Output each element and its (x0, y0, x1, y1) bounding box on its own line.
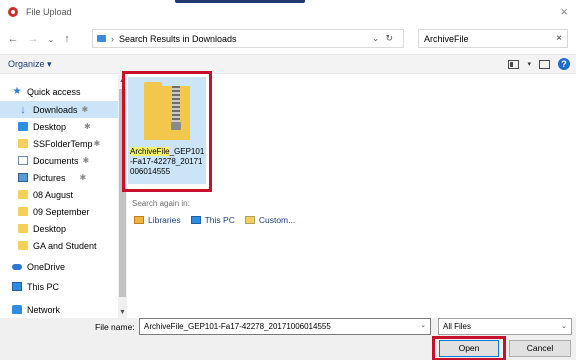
search-link-label: Custom... (258, 215, 296, 225)
close-icon[interactable]: × (560, 5, 568, 18)
help-icon[interactable]: ? (558, 58, 570, 70)
file-name-input[interactable]: ArchiveFile_GEP101-Fa17-42278_2017100601… (139, 318, 431, 335)
search-query: ArchiveFile (424, 33, 469, 44)
footer-bar: File name: ArchiveFile_GEP101-Fa17-42278… (0, 318, 576, 360)
title-bar: File Upload × (0, 0, 576, 24)
address-row: ← → ⌄ ↑ › Search Results in Downloads ⌄↻… (0, 28, 576, 50)
highlight-box (122, 71, 212, 192)
preview-pane-icon[interactable] (539, 59, 550, 69)
highlight-box (432, 336, 506, 360)
this-pc-icon (190, 216, 201, 224)
nav-item-this-pc[interactable]: This PC (0, 278, 118, 295)
up-arrow-icon[interactable]: ↑ (60, 33, 74, 45)
nav-item-onedrive[interactable]: OneDrive (0, 258, 118, 275)
search-again-label: Search again in: (132, 199, 190, 208)
file-type-value: All Files (443, 322, 472, 331)
pin-icon: ✱ (81, 105, 89, 114)
nav-item-label: Downloads (33, 104, 78, 115)
organize-button[interactable]: Organize ▾ (8, 59, 52, 70)
app-icon (8, 7, 18, 17)
documents-icon (18, 156, 28, 165)
recent-locations-chevron-icon[interactable]: ⌄ (44, 35, 58, 44)
search-link-label: Libraries (148, 215, 181, 225)
pin-icon: ✱ (79, 173, 87, 182)
nav-item-label: Documents (33, 155, 79, 166)
this-pc-icon (12, 282, 22, 291)
address-bar[interactable]: › Search Results in Downloads ⌄↻ (92, 29, 404, 48)
refresh-icon[interactable]: ↻ (385, 33, 399, 43)
chevron-down-icon[interactable]: ⌄ (420, 321, 426, 329)
nav-item-network[interactable]: Network (0, 301, 118, 318)
nav-item-label: Desktop (33, 223, 67, 234)
navigation-pane: ★ Quick access ↓ Downloads ✱ Desktop ✱ S… (0, 75, 118, 318)
nav-item-label: Network (27, 304, 61, 315)
cancel-button[interactable]: Cancel (509, 340, 571, 357)
nav-item-ga-and-student[interactable]: GA and Student (0, 237, 118, 254)
nav-item-downloads[interactable]: ↓ Downloads ✱ (0, 101, 118, 118)
nav-item-quick-access[interactable]: ★ Quick access (0, 83, 118, 100)
search-custom-link[interactable]: Custom... (244, 215, 296, 225)
onedrive-icon (12, 263, 22, 270)
nav-item-pictures[interactable]: Pictures ✱ (0, 169, 118, 186)
clear-search-icon[interactable]: × (556, 33, 562, 44)
search-libraries-link[interactable]: Libraries (134, 215, 181, 225)
scroll-down-icon[interactable]: ▼ (119, 309, 126, 316)
custom-icon (244, 216, 255, 224)
download-icon: ↓ (20, 103, 26, 116)
nav-item-label: OneDrive (27, 261, 66, 272)
network-icon (12, 305, 22, 314)
nav-item-label: 08 August (33, 189, 74, 200)
back-arrow-icon[interactable]: ← (6, 33, 20, 45)
file-name-value: ArchiveFile_GEP101-Fa17-42278_2017100601… (144, 322, 331, 331)
search-this-pc-link[interactable]: This PC (190, 215, 235, 225)
nav-item-desktop[interactable]: Desktop ✱ (0, 118, 118, 135)
breadcrumb-separator-icon: › (111, 33, 114, 44)
chevron-down-icon[interactable]: ⌄ (372, 33, 386, 43)
search-input[interactable]: ArchiveFile × (418, 29, 568, 48)
nav-item-label: GA and Student (33, 240, 97, 251)
folder-icon (18, 190, 28, 199)
nav-item-08-august[interactable]: 08 August (0, 186, 118, 203)
nav-item-desktop-folder[interactable]: Desktop (0, 220, 118, 237)
title-accent-bar (175, 0, 305, 3)
nav-item-09-september[interactable]: 09 September (0, 203, 118, 220)
nav-item-label: 09 September (33, 206, 90, 217)
nav-item-label: This PC (27, 281, 60, 292)
folder-icon (18, 207, 28, 216)
folder-icon (18, 139, 28, 148)
search-again-links: Libraries This PC Custom... (134, 215, 295, 225)
pin-icon: ✱ (82, 156, 90, 165)
search-link-label: This PC (204, 215, 235, 225)
view-options-chevron-icon[interactable]: ▾ (527, 60, 531, 68)
change-view-icon[interactable] (508, 59, 520, 69)
nav-item-label: Pictures (33, 172, 66, 183)
star-icon: ★ (12, 85, 22, 97)
nav-item-label: Desktop (33, 121, 67, 132)
libraries-icon (134, 216, 144, 224)
forward-arrow-icon[interactable]: → (26, 33, 40, 45)
file-name-label: File name: (95, 322, 135, 332)
pictures-icon (18, 173, 28, 182)
chevron-down-icon[interactable]: ⌄ (561, 322, 567, 330)
file-type-select[interactable]: All Files ⌄ (438, 318, 572, 335)
nav-item-documents[interactable]: Documents ✱ (0, 152, 118, 169)
nav-item-label: Quick access (27, 86, 81, 97)
window-title: File Upload (26, 7, 72, 17)
breadcrumb-item[interactable]: Search Results in Downloads (119, 34, 237, 44)
address-controls[interactable]: ⌄↻ (372, 33, 399, 44)
folder-icon (97, 35, 106, 42)
desktop-icon (18, 122, 28, 131)
folder-icon (18, 224, 28, 233)
nav-item-label: SSFolderTemp (33, 138, 93, 149)
toolbar: Organize ▾ ▾ ? (0, 54, 576, 74)
nav-item-ssfoldertemp[interactable]: SSFolderTemp ✱ (0, 135, 118, 152)
folder-icon (18, 241, 28, 250)
file-list: ArchiveFile_GEP101-Fa17-42278_2017100601… (122, 71, 576, 318)
pin-icon: ✱ (93, 139, 101, 148)
pin-icon: ✱ (84, 122, 91, 131)
